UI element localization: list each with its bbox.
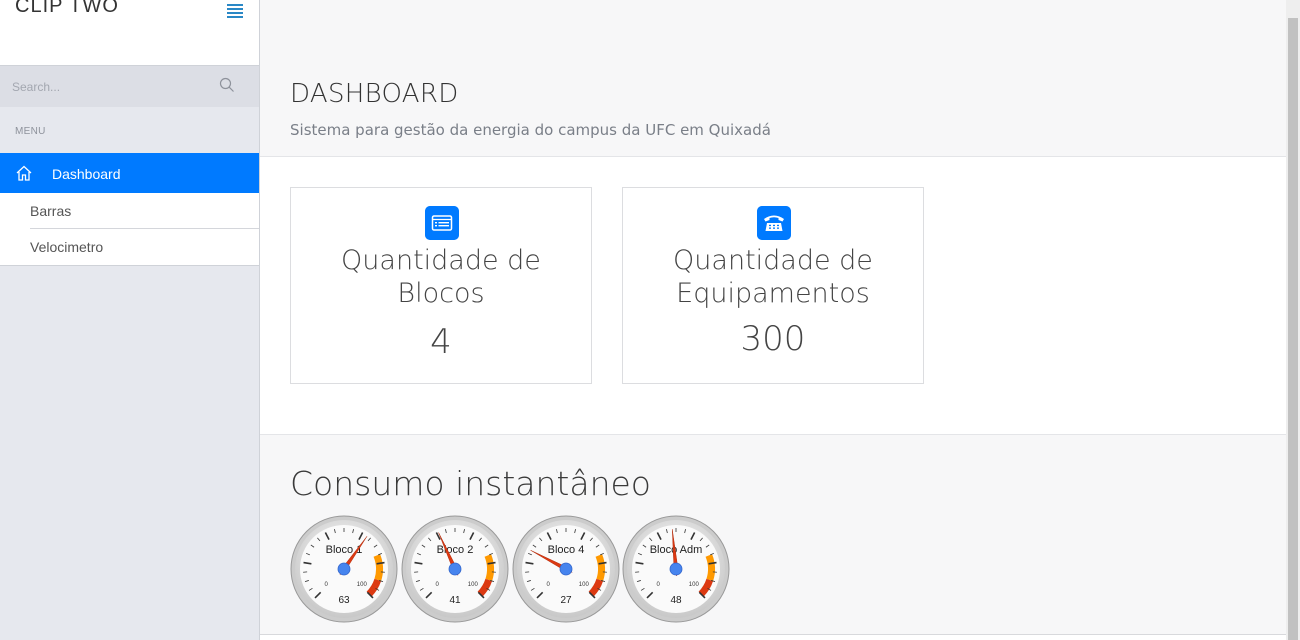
list-icon [425, 206, 459, 240]
gauge-value: 48 [670, 595, 682, 606]
gauge-bloco-1: 0 100Bloco 163 [290, 515, 398, 623]
gauge-bloco-adm: 0 100Bloco Adm48 [622, 515, 730, 623]
page-header: DASHBOARD Sistema para gestão da energia… [260, 66, 1286, 157]
card-blocos: Quantidade de Blocos 4 [290, 187, 592, 384]
stats-cards: Quantidade de Blocos 4 Quantidade de Equ… [260, 157, 1286, 435]
card-title: Quantidade de Blocos [341, 245, 541, 309]
page-subtitle: Sistema para gestão da energia do campus… [290, 121, 771, 139]
gauge-label: Bloco 4 [548, 544, 585, 556]
top-bar [260, 0, 1286, 66]
card-value: 300 [740, 319, 806, 359]
gauges-section: Consumo instantâneo 0 100 Bloco 1 63 0 100 Bl… [260, 435, 1286, 635]
sidebar-item-velocimetro[interactable]: Velocimetro [30, 239, 103, 255]
gauge-needle-hub [559, 562, 573, 576]
gauge-max-label: 100 [468, 582, 479, 588]
sidebar-item-barras[interactable]: Barras [30, 203, 71, 219]
card-value: 4 [430, 322, 452, 362]
page-title: DASHBOARD [290, 79, 459, 109]
gauge-bloco-2: 0 100Bloco 241 [401, 515, 509, 623]
gauge-bloco-4: 0 100Bloco 427 [512, 515, 620, 623]
gauge-max-label: 100 [689, 582, 700, 588]
home-icon [16, 165, 32, 181]
gauge-needle-hub [448, 562, 462, 576]
gauge-max-label: 100 [357, 582, 368, 588]
sidebar: CLIP TWO MENU Dashboard Barras Velocimet… [0, 0, 260, 640]
gauge-label: Bloco 2 [437, 544, 474, 556]
gauge-max-label: 100 [579, 582, 590, 588]
scrollbar-thumb[interactable] [1288, 18, 1298, 640]
menu-heading: MENU [15, 126, 46, 137]
phone-icon [757, 206, 791, 240]
sidebar-item-dashboard[interactable]: Dashboard [0, 153, 259, 193]
submenu: Barras Velocimetro [0, 193, 259, 266]
section-title: Consumo instantâneo [290, 464, 652, 503]
search-icon[interactable] [219, 77, 235, 93]
sidebar-item-label: Dashboard [52, 166, 121, 182]
divider [30, 228, 259, 229]
gauge-needle-hub [337, 562, 351, 576]
gauge-value: 41 [449, 595, 461, 606]
gauge-value: 27 [560, 595, 572, 606]
card-title: Quantidade de Equipamentos [673, 245, 873, 309]
brand-header: CLIP TWO [0, 0, 259, 66]
card-equipamentos: Quantidade de Equipamentos 300 [622, 187, 924, 384]
gauge-value: 63 [338, 595, 350, 606]
scrollbar[interactable] [1286, 0, 1300, 640]
brand-title: CLIP TWO [15, 0, 119, 17]
gauge-needle-hub [669, 562, 683, 576]
menu-toggle-icon[interactable] [226, 1, 246, 19]
search-input[interactable] [12, 77, 212, 97]
